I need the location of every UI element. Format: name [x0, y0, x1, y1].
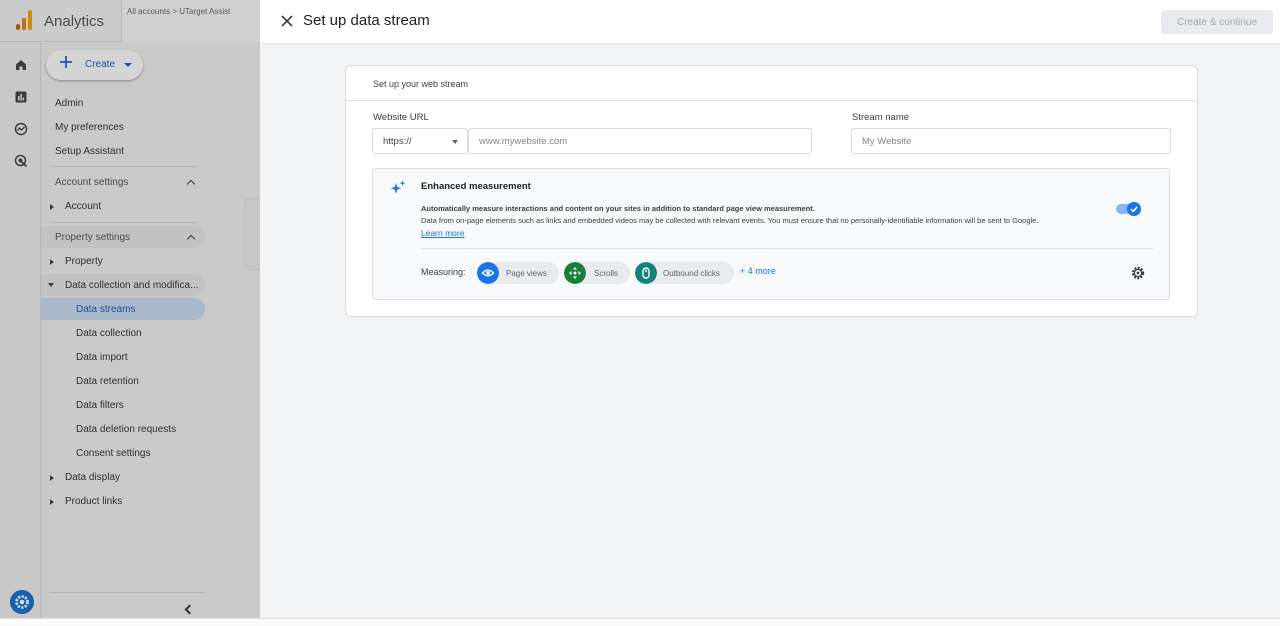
enhanced-measurement-toggle[interactable] [1116, 202, 1141, 216]
check-icon [1127, 202, 1141, 216]
app-shell: Analytics All accounts > UTarget Assist [0, 0, 260, 618]
web-stream-card: Set up your web stream Website URL https… [345, 65, 1198, 317]
enhanced-measurement-title: Enhanced measurement [421, 181, 531, 192]
nav-data-filters[interactable]: Data filters [76, 400, 124, 411]
website-url-input[interactable] [468, 128, 812, 154]
scroll-arrows-icon [564, 262, 586, 284]
enhanced-description: Data from on-page elements such as links… [421, 216, 1039, 225]
create-label: Create [85, 59, 116, 70]
top-bar: Analytics All accounts > UTarget Assist [0, 0, 260, 42]
chevron-up-icon[interactable] [186, 179, 196, 189]
enhanced-measurement-box: Enhanced measurement Automatically measu… [372, 168, 1170, 300]
expand-arrow-icon[interactable] [50, 259, 54, 265]
plus-icon [60, 56, 72, 68]
gear-icon[interactable] [1130, 265, 1146, 281]
account-selector[interactable]: All accounts > UTarget Assist [121, 0, 260, 42]
mouse-icon [635, 262, 657, 284]
admin-nav: Create Admin My preferences Setup Assist… [41, 42, 260, 618]
advertising-icon[interactable] [14, 154, 28, 168]
eye-icon [477, 262, 499, 284]
home-icon[interactable] [14, 58, 28, 72]
protocol-select[interactable]: https:// [372, 128, 468, 154]
background-panel-edge [244, 198, 260, 270]
nav-my-preferences[interactable]: My preferences [55, 122, 124, 133]
collapse-nav-chevron-icon[interactable] [184, 604, 195, 615]
nav-data-display[interactable]: Data display [65, 472, 120, 483]
nav-rail [0, 42, 41, 618]
nav-data-deletion-requests[interactable]: Data deletion requests [76, 424, 176, 435]
learn-more-link[interactable]: Learn more [421, 228, 464, 238]
measuring-label: Measuring: [421, 267, 466, 277]
reports-icon[interactable] [14, 90, 28, 104]
analytics-logo-icon[interactable] [16, 10, 32, 30]
account-breadcrumb[interactable]: All accounts > UTarget Assist [127, 7, 230, 16]
nav-data-import[interactable]: Data import [76, 352, 128, 363]
expand-arrow-icon[interactable] [50, 204, 54, 210]
create-button[interactable]: Create [46, 50, 143, 80]
nav-account-settings[interactable]: Account settings [55, 177, 128, 188]
admin-gear-icon[interactable] [10, 590, 34, 614]
explore-icon[interactable] [14, 122, 28, 136]
app-title: Analytics [44, 13, 105, 30]
chip-label: Outbound clicks [663, 269, 720, 278]
nav-divider [49, 222, 197, 223]
enhanced-divider [421, 248, 1153, 249]
protocol-value: https:// [383, 136, 412, 147]
chip-outbound-clicks: Outbound clicks [635, 262, 734, 284]
nav-data-streams[interactable]: Data streams [76, 304, 135, 315]
nav-admin[interactable]: Admin [55, 98, 83, 109]
nav-account[interactable]: Account [65, 201, 101, 212]
sparkle-icon [390, 180, 406, 194]
card-header: Set up your web stream [346, 66, 1197, 101]
nav-setup-assistant[interactable]: Setup Assistant [55, 146, 124, 157]
expand-arrow-icon[interactable] [50, 475, 54, 481]
nav-property-settings[interactable]: Property settings [55, 232, 130, 243]
website-url-label: Website URL [373, 112, 429, 123]
chip-scrolls: Scrolls [564, 262, 630, 284]
nav-divider [49, 592, 205, 593]
panel-header: Set up data stream Create & continue [260, 0, 1280, 44]
nav-data-collection-modification[interactable]: Data collection and modifica... [65, 280, 198, 291]
caret-down-icon [452, 140, 458, 144]
stream-name-input[interactable] [851, 128, 1171, 154]
chip-label: Page views [506, 269, 547, 278]
nav-property[interactable]: Property [65, 256, 103, 267]
panel-title: Set up data stream [303, 12, 430, 29]
chip-label: Scrolls [594, 269, 619, 278]
nav-data-collection[interactable]: Data collection [76, 328, 142, 339]
nav-consent-settings[interactable]: Consent settings [76, 448, 151, 459]
enhanced-description-bold: Automatically measure interactions and c… [421, 204, 815, 213]
nav-divider [49, 166, 197, 167]
more-measurements-link[interactable]: + 4 more [740, 266, 776, 276]
chip-page-views: Page views [477, 262, 559, 284]
nav-product-links[interactable]: Product links [65, 496, 122, 507]
stream-name-label: Stream name [852, 112, 910, 123]
expand-arrow-icon[interactable] [50, 499, 54, 505]
nav-data-retention[interactable]: Data retention [76, 376, 139, 387]
card-title: Set up your web stream [373, 79, 469, 89]
caret-down-icon [124, 63, 132, 67]
create-continue-button[interactable]: Create & continue [1161, 10, 1273, 34]
close-icon[interactable] [281, 15, 293, 27]
collapse-arrow-icon[interactable] [48, 283, 54, 287]
window-bottom-edge [0, 618, 1280, 626]
